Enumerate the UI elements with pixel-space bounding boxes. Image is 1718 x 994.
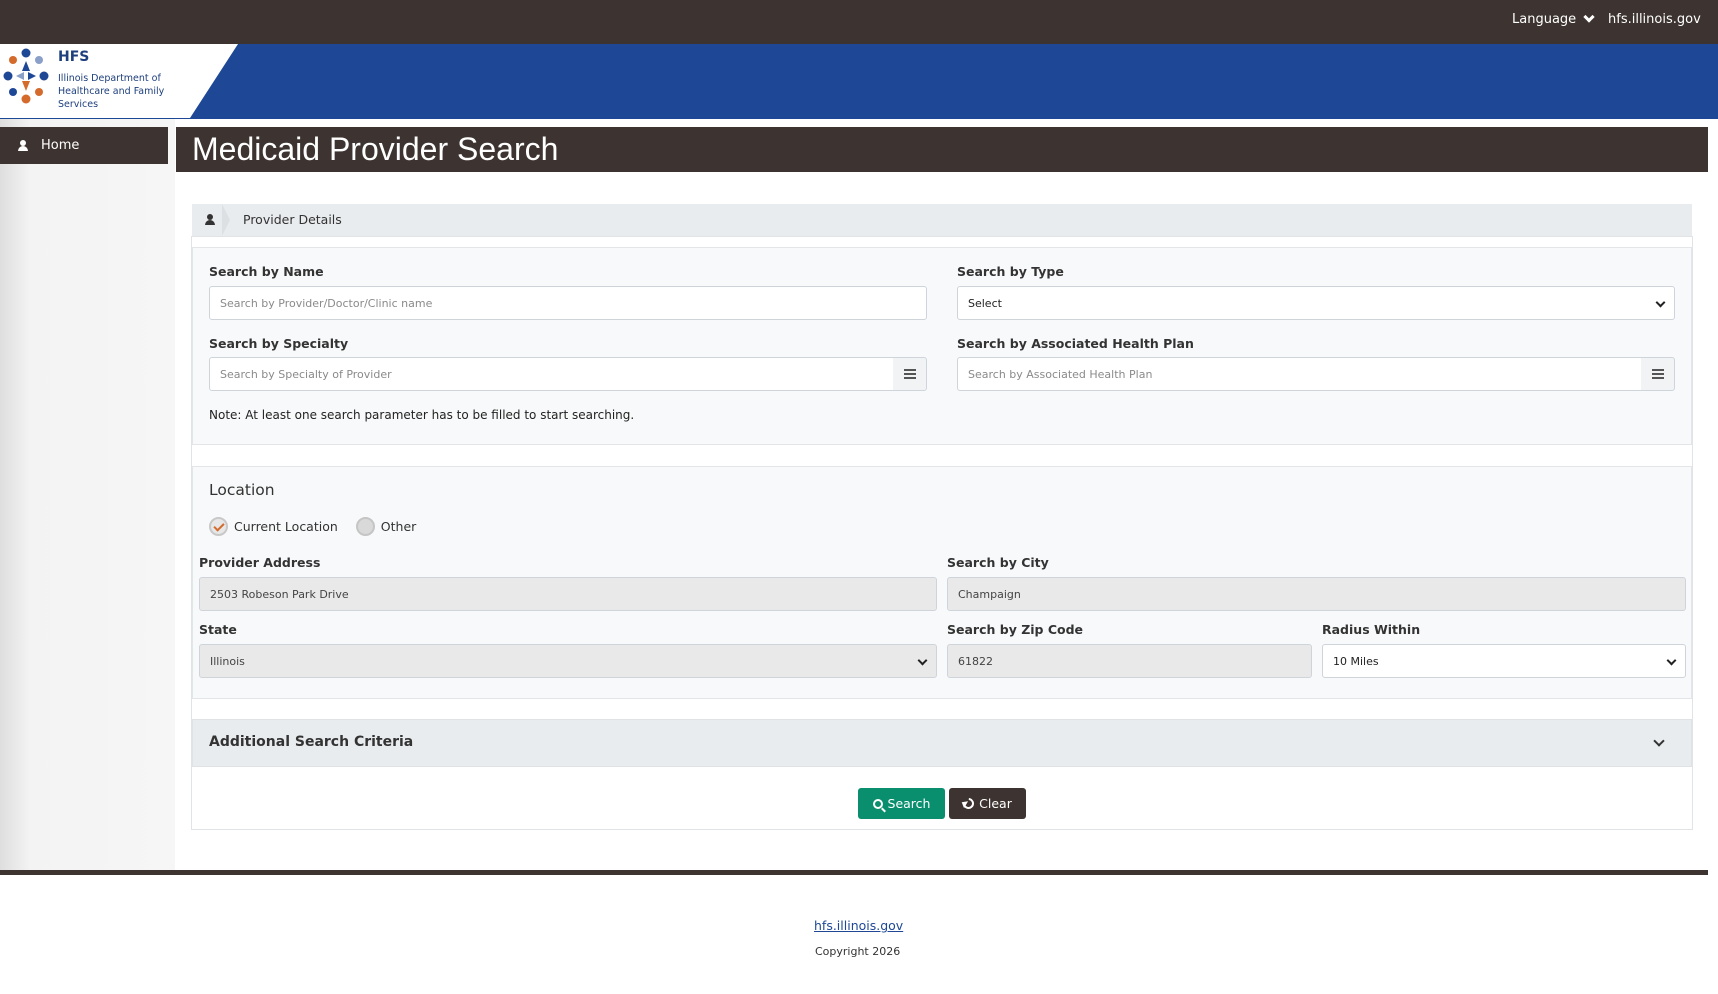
clear-button[interactable]: Clear	[949, 788, 1026, 819]
top-utility-bar: Language hfs.illinois.gov	[0, 0, 1718, 44]
health-plan-list-button[interactable]	[1641, 357, 1675, 391]
sidebar-item-label: Home	[41, 138, 80, 153]
type-select[interactable]: Select	[957, 286, 1675, 320]
logo-dept-line1: Illinois Department of	[58, 73, 161, 84]
breadcrumb: Provider Details	[192, 204, 1692, 236]
radio-checked-icon	[209, 517, 228, 536]
address-input-value: 2503 Robeson Park Drive	[210, 587, 349, 601]
breadcrumb-separator	[222, 204, 230, 236]
zip-label: Search by Zip Code	[947, 622, 1084, 637]
search-note: Note: At least one search parameter has …	[209, 408, 635, 422]
location-panel: Location Current Location Other Provider…	[192, 466, 1692, 699]
search-parameters-panel: Search by Name Search by Provider/Doctor…	[192, 247, 1692, 445]
address-label: Provider Address	[199, 555, 321, 570]
logo-dept-line2: Healthcare and Family Services	[58, 86, 165, 110]
radio-other[interactable]: Other	[355, 517, 417, 536]
radio-current-location[interactable]: Current Location	[209, 517, 338, 536]
zip-input-value: 61822	[958, 654, 993, 668]
chevron-down-icon	[917, 655, 928, 666]
name-input[interactable]: Search by Provider/Doctor/Clinic name	[209, 286, 927, 320]
hfs-logo-icon	[3, 48, 49, 104]
clear-button-label: Clear	[979, 796, 1012, 811]
additional-criteria-accordion[interactable]: Additional Search Criteria	[192, 719, 1692, 767]
radius-label: Radius Within	[1322, 622, 1421, 637]
state-select-value: Illinois	[210, 654, 245, 668]
name-label: Search by Name	[209, 264, 324, 279]
location-radio-group: Current Location Other	[209, 517, 416, 536]
city-label: Search by City	[947, 555, 1049, 570]
footer-divider	[0, 870, 1708, 875]
sidebar: Home	[0, 119, 175, 871]
radius-select[interactable]: 10 Miles	[1322, 644, 1686, 678]
zip-input[interactable]: 61822	[947, 644, 1312, 678]
location-title: Location	[209, 481, 275, 499]
city-input[interactable]: Champaign	[947, 577, 1686, 611]
specialty-input[interactable]: Search by Specialty of Provider	[209, 357, 894, 391]
type-label: Search by Type	[957, 264, 1064, 279]
language-label: Language	[1512, 12, 1577, 27]
search-icon	[872, 798, 883, 809]
list-icon	[1651, 369, 1664, 379]
radio-current-location-label: Current Location	[234, 519, 338, 534]
list-icon	[903, 369, 916, 379]
page-title-bar: Medicaid Provider Search	[176, 127, 1708, 172]
search-button-label: Search	[887, 796, 931, 811]
radio-unchecked-icon	[355, 517, 375, 536]
page-title: Medicaid Provider Search	[192, 131, 559, 167]
specialty-input-placeholder: Search by Specialty of Provider	[220, 367, 392, 381]
home-icon	[204, 214, 216, 226]
radius-select-value: 10 Miles	[1333, 654, 1379, 668]
address-input[interactable]: 2503 Robeson Park Drive	[199, 577, 937, 611]
chevron-down-icon	[1666, 655, 1677, 666]
sidebar-item-home[interactable]: Home	[0, 127, 168, 164]
name-input-placeholder: Search by Provider/Doctor/Clinic name	[220, 296, 433, 310]
type-select-value: Select	[968, 296, 1002, 310]
specialty-label: Search by Specialty	[209, 336, 349, 351]
hfs-logo[interactable]: HFS Illinois Department of Healthcare an…	[0, 44, 238, 118]
health-plan-label: Search by Associated Health Plan	[957, 336, 1194, 351]
home-icon	[17, 139, 29, 152]
chevron-down-icon	[1655, 297, 1666, 308]
health-plan-input[interactable]: Search by Associated Health Plan	[957, 357, 1642, 391]
undo-icon	[960, 795, 977, 812]
additional-criteria-title: Additional Search Criteria	[209, 734, 414, 750]
state-label: State	[199, 622, 237, 637]
logo-department: Illinois Department of Healthcare and Fa…	[58, 72, 198, 111]
language-dropdown[interactable]: Language	[1512, 11, 1595, 27]
chevron-down-icon	[1653, 735, 1665, 747]
footer-hfs-link[interactable]: hfs.illinois.gov	[814, 918, 903, 933]
radio-other-label: Other	[380, 519, 417, 534]
hfs-site-link[interactable]: hfs.illinois.gov	[1608, 12, 1701, 27]
header-banner: HFS Illinois Department of Healthcare an…	[0, 44, 1718, 119]
city-input-value: Champaign	[958, 587, 1021, 601]
breadcrumb-current: Provider Details	[243, 212, 342, 227]
logo-abbr: HFS	[58, 49, 90, 65]
state-select[interactable]: Illinois	[199, 644, 937, 678]
chevron-down-icon	[1583, 11, 1595, 23]
search-button[interactable]: Search	[858, 788, 945, 819]
footer-copyright: Copyright 2026	[815, 945, 901, 958]
specialty-list-button[interactable]	[893, 357, 927, 391]
health-plan-input-placeholder: Search by Associated Health Plan	[968, 367, 1153, 381]
